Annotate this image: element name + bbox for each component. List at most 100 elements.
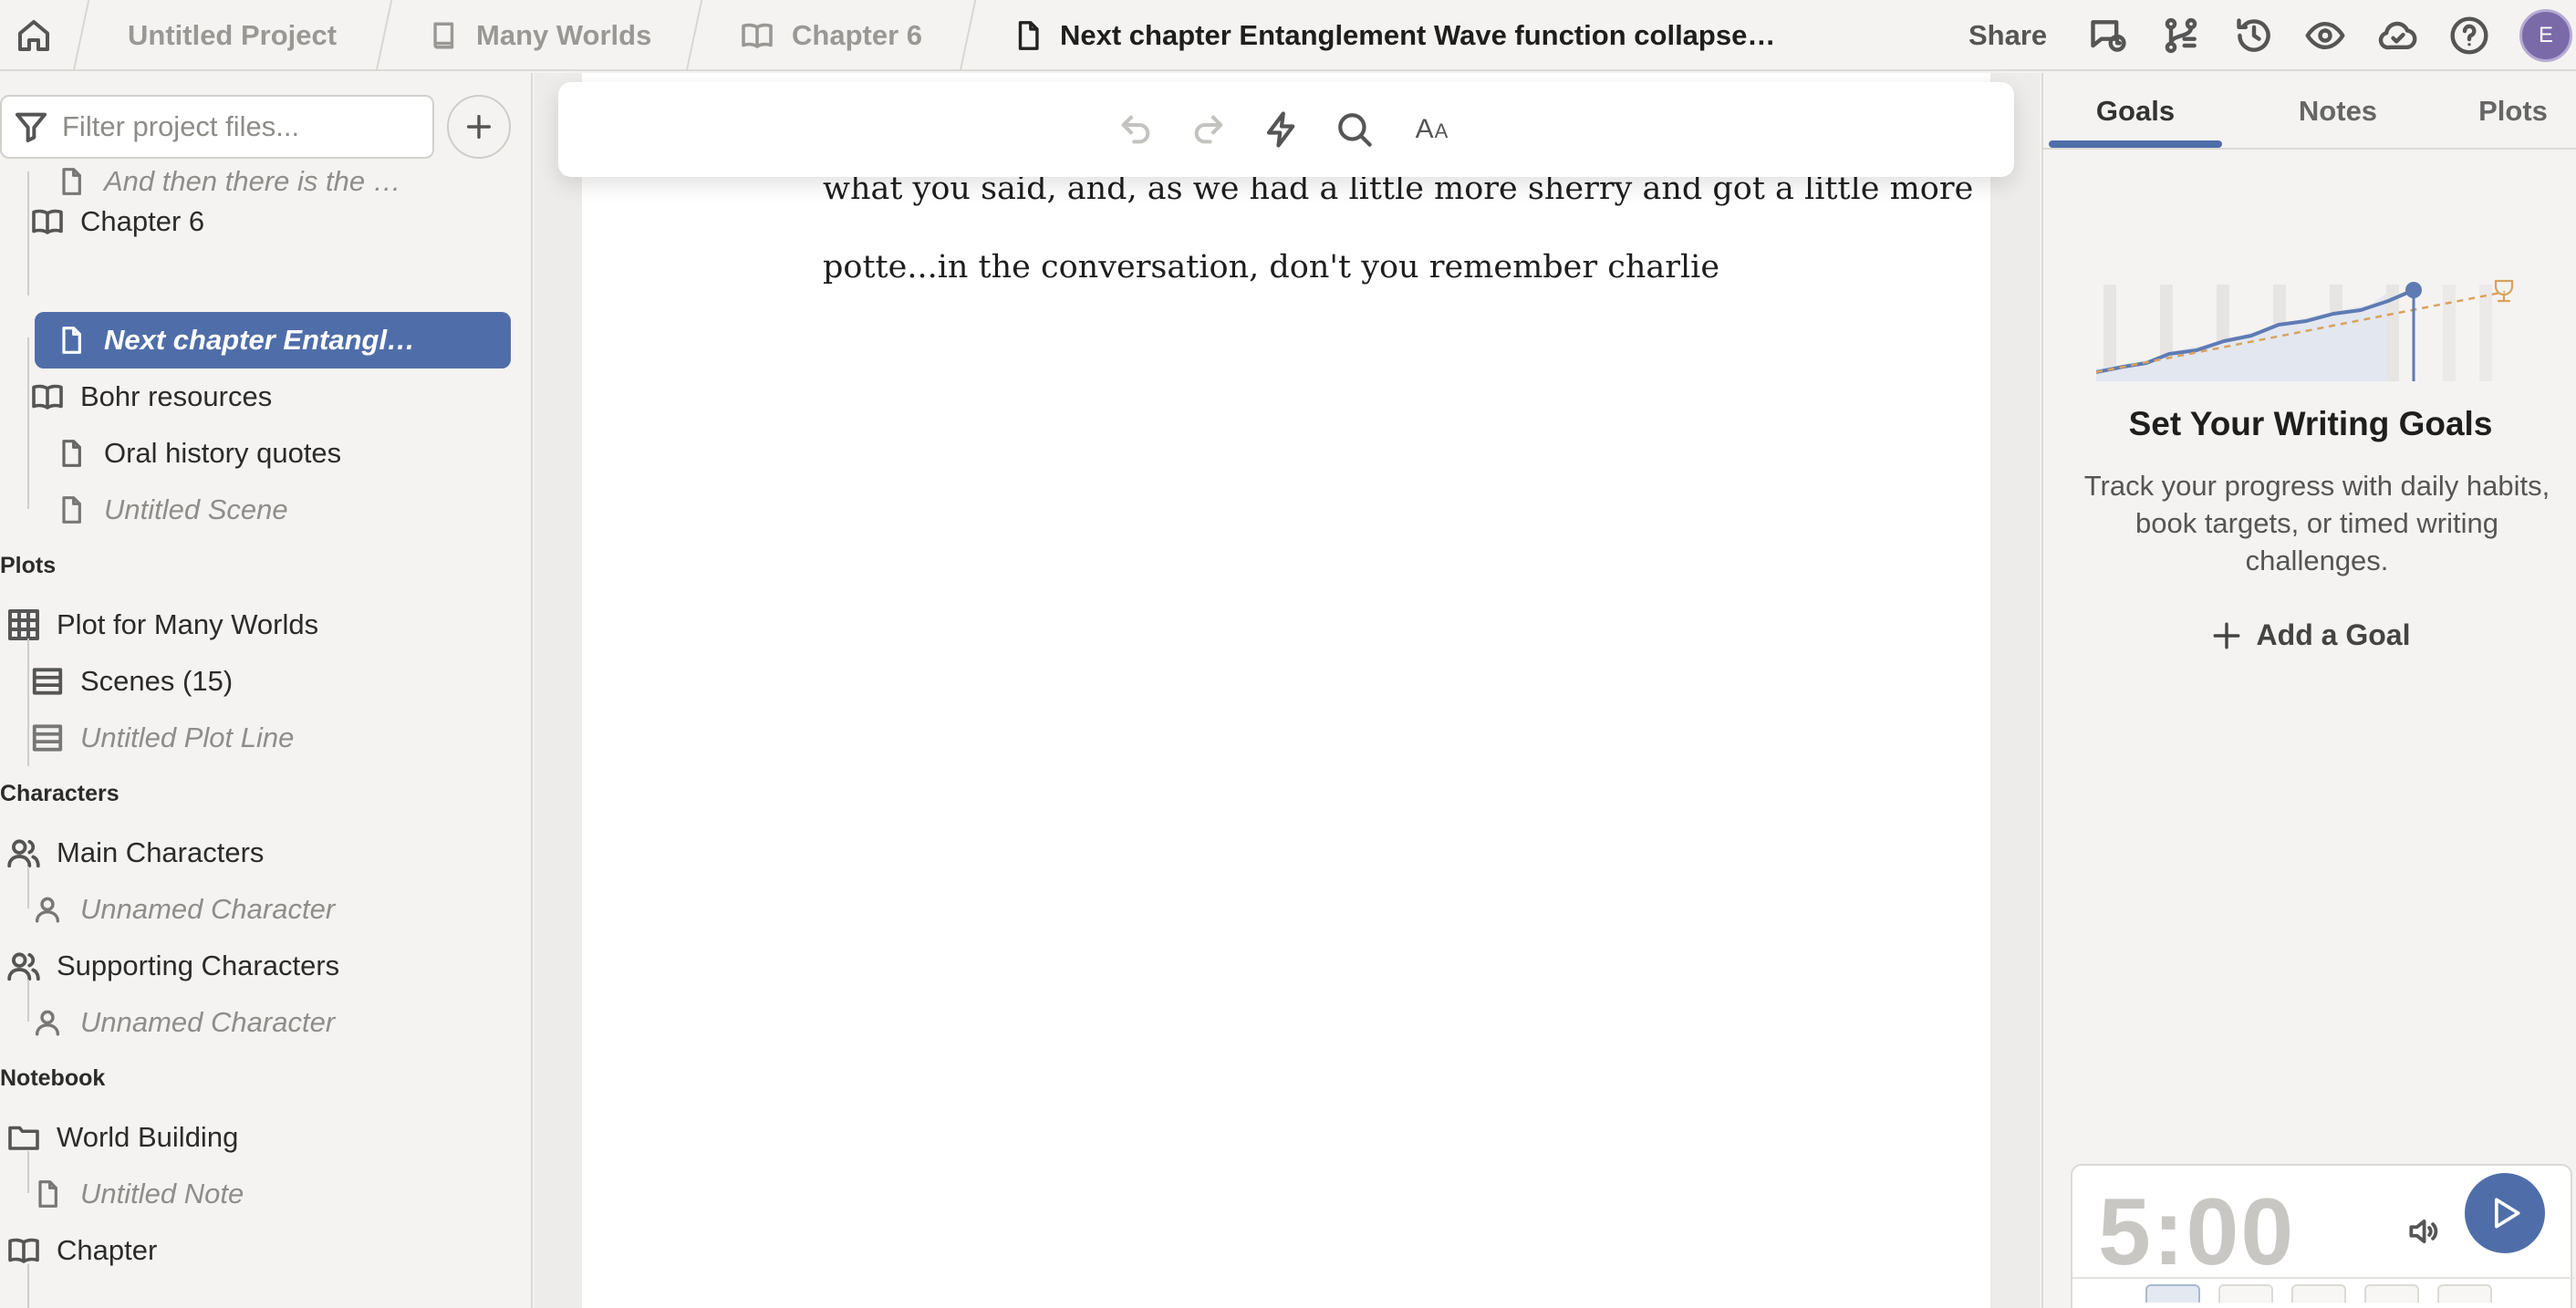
timer-preset[interactable]	[2437, 1284, 2492, 1303]
tree-item-label: Chapter	[57, 1234, 158, 1266]
breadcrumb-label: Many Worlds	[476, 19, 652, 51]
help-icon	[2450, 16, 2488, 55]
branch-icon	[2165, 17, 2197, 54]
breadcrumb-label: Untitled Project	[128, 19, 338, 51]
current-marker	[2405, 282, 2422, 298]
tree-item-label: Bohr resources	[80, 380, 273, 412]
eye-icon	[2305, 21, 2345, 50]
timer-preset[interactable]	[2364, 1284, 2419, 1303]
volume-button[interactable]	[2403, 1211, 2443, 1251]
book-open-icon	[739, 19, 775, 52]
history-button[interactable]	[2228, 9, 2280, 62]
breadcrumb-document[interactable]: Next chapter Entanglement Wave function …	[1013, 0, 1775, 71]
breadcrumb-chapter[interactable]: Chapter 6	[739, 0, 922, 71]
history-icon	[2237, 18, 2270, 52]
users-icon	[4, 836, 44, 870]
help-button[interactable]	[2443, 9, 2496, 62]
search-button[interactable]	[1334, 109, 1376, 151]
tree-item-next-chapter[interactable]: Next chapter Entangl…	[35, 312, 511, 369]
timer-preset[interactable]	[2218, 1284, 2273, 1303]
cloud-sync-button[interactable]	[2372, 9, 2425, 62]
section-heading-notebook: Notebook	[0, 1065, 106, 1091]
tab-divider	[2043, 148, 2576, 150]
home-icon	[18, 20, 49, 51]
tab-notes[interactable]: Notes	[2244, 73, 2432, 150]
tree-item-chapter-6[interactable]: Chapter 6	[27, 193, 502, 250]
redo-button[interactable]	[1188, 109, 1230, 151]
tab-label: Plots	[2478, 95, 2548, 127]
paragraph[interactable]: potte...in the conversation, don't you r…	[823, 228, 1881, 306]
play-timer-button[interactable]	[2465, 1173, 2545, 1253]
tree-item-label: Main Characters	[57, 836, 265, 868]
tab-plots[interactable]: Plots	[2445, 73, 2576, 150]
book-open-icon	[27, 205, 68, 238]
text-size-small: A	[1434, 119, 1449, 142]
timer-value[interactable]: 5:00	[2098, 1178, 2295, 1287]
text-size-button[interactable]: AA	[1407, 109, 1458, 151]
tree-item-plot-for-many-worlds[interactable]: Plot for Many Worlds	[4, 597, 496, 653]
breadcrumb-label: Next chapter Entanglement Wave function …	[1060, 19, 1776, 51]
tree-item-label: Unnamed Character	[80, 893, 336, 925]
tree-item-oral-history[interactable]: Oral history quotes	[51, 425, 489, 482]
right-panel: Goals Notes Plots Set Your Writing Goals…	[2041, 73, 2576, 1308]
tree-item-label: Untitled Plot Line	[80, 721, 295, 753]
book-closed-icon	[429, 18, 460, 53]
breadcrumb-project[interactable]: Untitled Project	[128, 0, 337, 71]
preview-button[interactable]	[2299, 9, 2352, 62]
top-bar: Untitled Project Many Worlds Chapter 6 N…	[0, 0, 2576, 71]
filter-box[interactable]	[0, 95, 434, 159]
add-goal-button[interactable]: Add a Goal	[2043, 618, 2576, 652]
breadcrumb-label: Chapter 6	[792, 19, 922, 51]
goal-progress-illustration	[2096, 279, 2514, 381]
tree-item-label: Oral history quotes	[104, 437, 342, 469]
avatar-initial: E	[2538, 23, 2553, 47]
document-icon	[51, 493, 91, 527]
breadcrumb-separator	[72, 0, 90, 71]
filter-input[interactable]	[62, 110, 427, 143]
document-icon	[51, 436, 91, 471]
branches-button[interactable]	[2155, 9, 2207, 62]
timer-preset[interactable]	[2145, 1284, 2200, 1303]
tree-item-supporting-characters[interactable]: Supporting Characters	[4, 938, 496, 994]
avatar[interactable]: E	[2519, 9, 2572, 62]
tree-item-label: Next chapter Entangl…	[104, 324, 416, 356]
tree-item-bohr-resources[interactable]: Bohr resources	[27, 369, 502, 425]
editor-toolbar: AA	[558, 82, 2014, 177]
add-file-button[interactable]	[447, 95, 511, 159]
tab-goals[interactable]: Goals	[2049, 73, 2222, 150]
tree-item-chapter[interactable]: Chapter	[4, 1222, 496, 1279]
tree-item-untitled-note[interactable]: Untitled Note	[27, 1166, 502, 1222]
sidebar: And then there is the … Chapter 6 Next c…	[0, 73, 533, 1308]
tree-guide	[27, 1264, 29, 1308]
tree-item-scenes[interactable]: Scenes (15)	[27, 653, 502, 710]
comments-history-button[interactable]	[2082, 9, 2135, 62]
editor-page[interactable]: what you said, and, as we had a little m…	[582, 73, 1990, 1308]
document-icon	[1013, 17, 1044, 54]
undo-button[interactable]	[1115, 109, 1157, 151]
book-open-icon	[27, 380, 68, 413]
quick-actions-button[interactable]	[1261, 109, 1303, 151]
tree-item-label: Plot for Many Worlds	[57, 608, 319, 640]
folder-icon	[4, 1121, 44, 1154]
rows-icon	[27, 721, 68, 755]
document-icon	[27, 1177, 68, 1211]
breadcrumb-separator	[375, 0, 393, 71]
tree-item-untitled-plot-line[interactable]: Untitled Plot Line	[27, 710, 502, 766]
timer-preset[interactable]	[2291, 1284, 2346, 1303]
tree-item-unnamed-character[interactable]: Unnamed Character	[27, 881, 502, 938]
home-button[interactable]	[9, 11, 58, 60]
goal-description: Track your progress with daily habits, b…	[2083, 470, 2550, 576]
tree-item-unnamed-character[interactable]: Unnamed Character	[27, 994, 502, 1051]
tab-label: Notes	[2298, 95, 2378, 127]
tree-item-label: Untitled Note	[80, 1178, 244, 1209]
tree-item-world-building[interactable]: World Building	[4, 1109, 496, 1166]
breadcrumb-book[interactable]: Many Worlds	[429, 0, 651, 71]
tree-item-main-characters[interactable]: Main Characters	[4, 825, 496, 881]
text-size-big: A	[1415, 114, 1435, 144]
tree-item-untitled-scene[interactable]: Untitled Scene	[51, 482, 489, 538]
plus-icon	[466, 114, 492, 140]
share-button[interactable]: Share	[1968, 13, 2047, 58]
breadcrumb-separator	[685, 0, 703, 71]
filter-icon	[16, 112, 47, 142]
tree-item-label: Untitled Scene	[104, 493, 288, 525]
